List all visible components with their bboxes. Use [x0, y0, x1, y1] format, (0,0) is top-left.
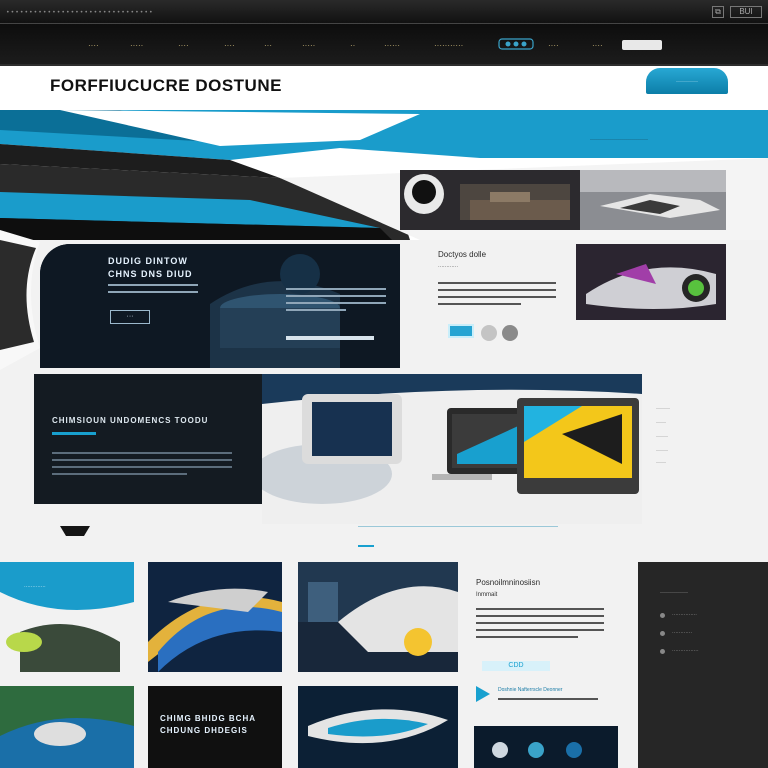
sidebar-link-1[interactable]: ··············· — [672, 612, 697, 618]
hero-image-ship[interactable] — [580, 170, 726, 230]
play-button[interactable] — [448, 324, 474, 338]
feature-button[interactable]: ··· — [110, 310, 150, 324]
gallery-tile-4[interactable] — [0, 686, 134, 768]
feature-title-line1: DUDIG DINTOW — [108, 256, 188, 266]
gallery-tile-7[interactable] — [474, 726, 618, 768]
nav-item-7[interactable]: ·· — [350, 41, 355, 50]
sidebar-bullet-3-icon — [660, 649, 665, 654]
gallery-tile-6[interactable] — [298, 686, 458, 768]
showcase-side-label-1: ······· — [656, 406, 670, 412]
feature-link[interactable] — [286, 336, 374, 340]
play-arrow-icon[interactable] — [474, 684, 492, 704]
window-icon[interactable]: ⧉ — [712, 6, 724, 18]
nav-item-10[interactable]: ···· — [548, 41, 559, 50]
header-cta-button[interactable]: ··········· — [646, 68, 728, 94]
login-button[interactable] — [622, 40, 662, 50]
showcase-devices-image[interactable] — [262, 374, 642, 524]
showcase-text — [52, 452, 232, 480]
showcase-side-label-5: ····· — [656, 460, 666, 466]
article-promo-text — [498, 698, 598, 705]
nav-item-11[interactable]: ···· — [592, 41, 603, 50]
nav-item-8[interactable]: ······ — [384, 41, 400, 50]
gallery-tile-3[interactable] — [298, 562, 458, 672]
sidebar-heading: ·············· — [660, 590, 688, 596]
section-divider — [358, 526, 558, 527]
sidebar-link-3[interactable]: ················ — [672, 648, 699, 654]
showcase-side-label-3: ······ — [656, 434, 668, 440]
main-nav: ···· ····· ···· ···· ··· ····· ·· ······… — [0, 24, 768, 66]
feature-description — [286, 288, 386, 316]
browser-menu-button[interactable]: BUI — [730, 6, 762, 18]
gallery-tile-5-caption-line1: CHIMG BHIDG BCHA — [160, 714, 256, 723]
feature-side-text — [438, 282, 556, 310]
article-promo-link[interactable]: Doshnie Nafterrscle Deonner — [498, 687, 562, 693]
sidebar: ·············· ··············· ·········… — [638, 562, 768, 768]
showcase-accent-rule — [52, 432, 96, 435]
showcase-side-label-4: ······ — [656, 448, 668, 454]
nav-item-9[interactable]: ··········· — [434, 41, 463, 50]
sidebar-bullet-2-icon — [660, 631, 665, 636]
nav-item-1[interactable]: ···· — [88, 41, 99, 50]
article-read-more-button[interactable]: CDD — [482, 661, 550, 671]
gallery-tile-1[interactable] — [0, 562, 134, 672]
logo-badge-icon — [498, 38, 534, 50]
nav-item-6[interactable]: ····· — [302, 41, 315, 50]
gallery-tile-2[interactable] — [148, 562, 282, 672]
sidebar-link-2[interactable]: ············ — [672, 630, 692, 636]
sidebar-bullet-1-icon — [660, 613, 665, 618]
feature-side-title: Doctyos dolle — [438, 250, 487, 259]
nav-item-2[interactable]: ····· — [130, 41, 143, 50]
address-bar[interactable]: •••••••••••••••••••••••••••••••• — [6, 9, 154, 16]
feature-side-subtitle: ············ — [438, 264, 458, 270]
nav-item-4[interactable]: ···· — [224, 41, 235, 50]
feature-image-vehicle[interactable] — [576, 244, 726, 320]
article-subtitle: Inmmait — [476, 592, 498, 598]
feature-text — [108, 284, 198, 298]
showcase-side-label-2: ····· — [656, 420, 666, 426]
webpage: •••••••••••••••••••••••••••••••• ⧉ BUI ·… — [0, 0, 768, 768]
gallery-tile-5-caption-line2: CHDUNG DHDEGIS — [160, 726, 248, 735]
gallery-tile-1-caption: ············· — [24, 584, 46, 590]
site-logo[interactable]: FORFFIUCUCRE DOSTUNE — [50, 76, 282, 96]
article-body — [476, 608, 604, 643]
feature-title-line2: CHNS DNS DIUD — [108, 269, 193, 279]
carousel-dot-2-icon — [502, 325, 518, 341]
side-swoosh — [0, 230, 40, 370]
showcase-panel — [34, 374, 262, 504]
showcase-title: CHIMSIOUN UNDOMENCS TOODU — [52, 416, 209, 425]
divider-icon — [60, 526, 90, 536]
nav-item-5[interactable]: ··· — [264, 41, 272, 50]
section-accent — [358, 545, 374, 547]
hero-tagline: ····························· — [590, 137, 648, 143]
hero-image-city[interactable] — [400, 170, 580, 230]
carousel-dots — [481, 325, 518, 341]
article-title[interactable]: Posnoilmninosiisn — [476, 578, 540, 587]
carousel-dot-1-icon — [481, 325, 497, 341]
browser-toolbar: •••••••••••••••••••••••••••••••• ⧉ BUI — [0, 0, 768, 24]
nav-item-3[interactable]: ···· — [178, 41, 189, 50]
